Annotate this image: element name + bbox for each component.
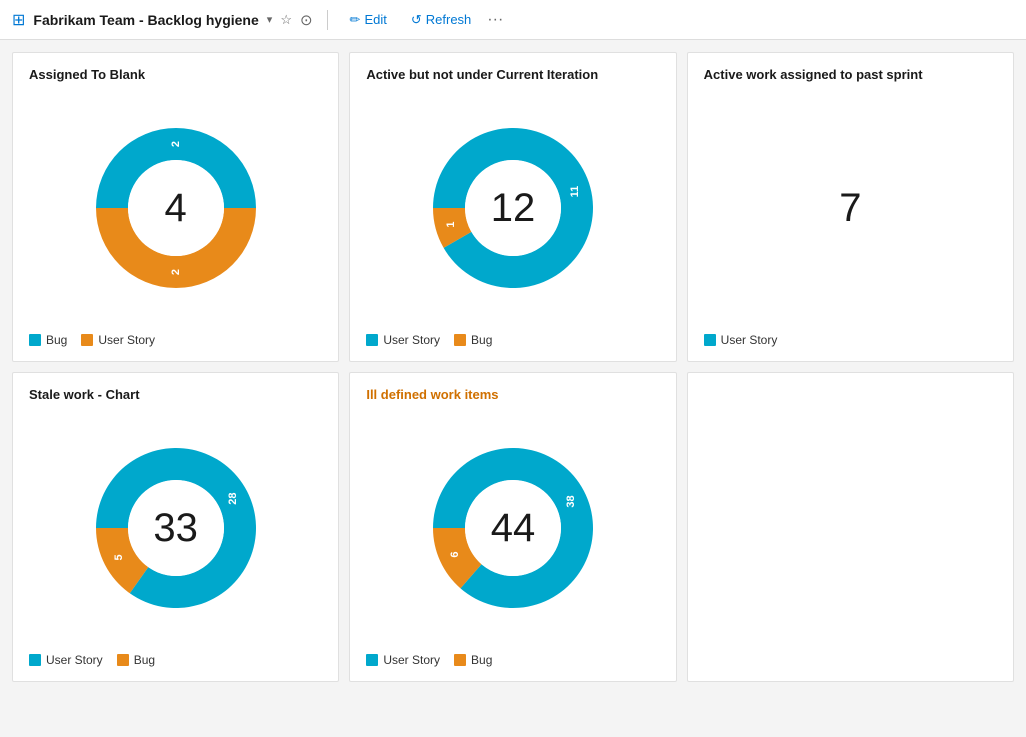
edit-icon: ✏	[350, 12, 361, 28]
svg-text:38: 38	[565, 495, 577, 507]
legend-dot-orange	[117, 654, 129, 666]
legend-dot-blue	[704, 334, 716, 346]
separator	[327, 10, 328, 30]
legend-label: User Story	[383, 653, 440, 667]
donut-center-label-assigned-to-blank: 4	[165, 188, 187, 228]
legend-dot-blue	[29, 334, 41, 346]
empty-card	[687, 372, 1014, 682]
legend-active-past-sprint: User Story	[704, 333, 997, 347]
legend-item: User Story	[366, 653, 440, 667]
legend-dot-blue	[366, 654, 378, 666]
legend-label: User Story	[721, 333, 778, 347]
donut-center-label-stale-work: 33	[153, 508, 198, 548]
legend-assigned-to-blank: Bug User Story	[29, 333, 322, 347]
legend-item: Bug	[454, 333, 492, 347]
legend-label: User Story	[46, 653, 103, 667]
row2-charts: Stale work - Chart 285 33User StoryBugIl…	[12, 372, 677, 682]
person-icon[interactable]: ⊙	[300, 11, 313, 29]
legend-item: User Story	[81, 333, 155, 347]
legend-dot-orange	[454, 334, 466, 346]
svg-text:28: 28	[226, 492, 238, 504]
chart-title-active-not-current: Active but not under Current Iteration	[366, 67, 659, 82]
donut-center-label-ill-defined: 44	[491, 508, 536, 548]
grid-icon: ⊞	[12, 10, 25, 30]
chart-center-assigned-to-blank: 2 2 4	[29, 92, 322, 323]
legend-dot-orange	[81, 334, 93, 346]
star-icon[interactable]: ☆	[280, 12, 292, 28]
donut-total-ill-defined: 44	[491, 508, 536, 548]
donut-total-active-past-sprint: 7	[839, 188, 861, 228]
donut-ill-defined: 38 6 44	[423, 438, 603, 618]
edit-label: Edit	[364, 12, 386, 27]
edit-button[interactable]: ✏ Edit	[342, 8, 395, 32]
more-icon[interactable]: ···	[487, 11, 503, 29]
donut-active-not-current: 111 12	[423, 118, 603, 298]
svg-text:2: 2	[170, 140, 182, 146]
svg-text:2: 2	[170, 268, 182, 274]
donut-active-past-sprint: 7 7	[760, 118, 940, 298]
legend-stale-work: User Story Bug	[29, 653, 322, 667]
chart-center-stale-work: 28 5 33	[29, 412, 322, 643]
legend-item: Bug	[117, 653, 155, 667]
svg-text:11: 11	[569, 185, 581, 197]
chart-center-ill-defined: 38 6 44	[366, 412, 659, 643]
legend-item: Bug	[454, 653, 492, 667]
legend-active-not-current: User Story Bug	[366, 333, 659, 347]
donut-total-assigned-to-blank: 4	[165, 188, 187, 228]
topbar-title: Fabrikam Team - Backlog hygiene	[33, 12, 258, 28]
legend-item: User Story	[366, 333, 440, 347]
refresh-icon: ↺	[411, 12, 422, 28]
svg-text:7: 7	[908, 204, 920, 210]
legend-label: Bug	[471, 653, 492, 667]
chart-card-active-not-current: Active but not under Current Iteration 1…	[349, 52, 676, 362]
svg-text:5: 5	[113, 554, 125, 560]
donut-center-label-active-not-current: 12	[491, 188, 536, 228]
donut-total-stale-work: 33	[153, 508, 198, 548]
svg-text:1: 1	[445, 221, 457, 227]
legend-item: Bug	[29, 333, 67, 347]
chart-title-assigned-to-blank: Assigned To Blank	[29, 67, 322, 82]
topbar: ⊞ Fabrikam Team - Backlog hygiene ▾ ☆ ⊙ …	[0, 0, 1026, 40]
chart-card-stale-work: Stale work - Chart 28 5 33 User Story Bug	[12, 372, 339, 682]
chart-center-active-not-current: 111 12	[366, 92, 659, 323]
legend-ill-defined: User Story Bug	[366, 653, 659, 667]
chevron-down-icon[interactable]: ▾	[267, 13, 273, 26]
chart-card-ill-defined: Ill defined work items 38 6 44 User Story B…	[349, 372, 676, 682]
chart-card-active-past-sprint: Active work assigned to past sprint 7 7 U…	[687, 52, 1014, 362]
legend-item: User Story	[704, 333, 778, 347]
legend-dot-blue	[366, 334, 378, 346]
chart-title-ill-defined: Ill defined work items	[366, 387, 659, 402]
donut-assigned-to-blank: 2 2 4	[86, 118, 266, 298]
chart-title-stale-work: Stale work - Chart	[29, 387, 322, 402]
legend-label: Bug	[46, 333, 67, 347]
donut-center-label-active-past-sprint: 7	[839, 188, 861, 228]
legend-label: User Story	[98, 333, 155, 347]
refresh-button[interactable]: ↺ Refresh	[403, 8, 479, 32]
chart-title-active-past-sprint: Active work assigned to past sprint	[704, 67, 997, 82]
legend-label: Bug	[471, 333, 492, 347]
dashboard: Assigned To Blank 22 4BugUser StoryActiv…	[0, 40, 1026, 694]
svg-text:6: 6	[449, 551, 461, 557]
donut-stale-work: 28 5 33	[86, 438, 266, 618]
legend-dot-blue	[29, 654, 41, 666]
refresh-label: Refresh	[426, 12, 472, 27]
donut-total-active-not-current: 12	[491, 188, 536, 228]
legend-label: User Story	[383, 333, 440, 347]
chart-center-active-past-sprint: 7 7	[704, 92, 997, 323]
legend-label: Bug	[134, 653, 155, 667]
chart-card-assigned-to-blank: Assigned To Blank 2 2 4 Bug User Story	[12, 52, 339, 362]
legend-dot-orange	[454, 654, 466, 666]
legend-item: User Story	[29, 653, 103, 667]
